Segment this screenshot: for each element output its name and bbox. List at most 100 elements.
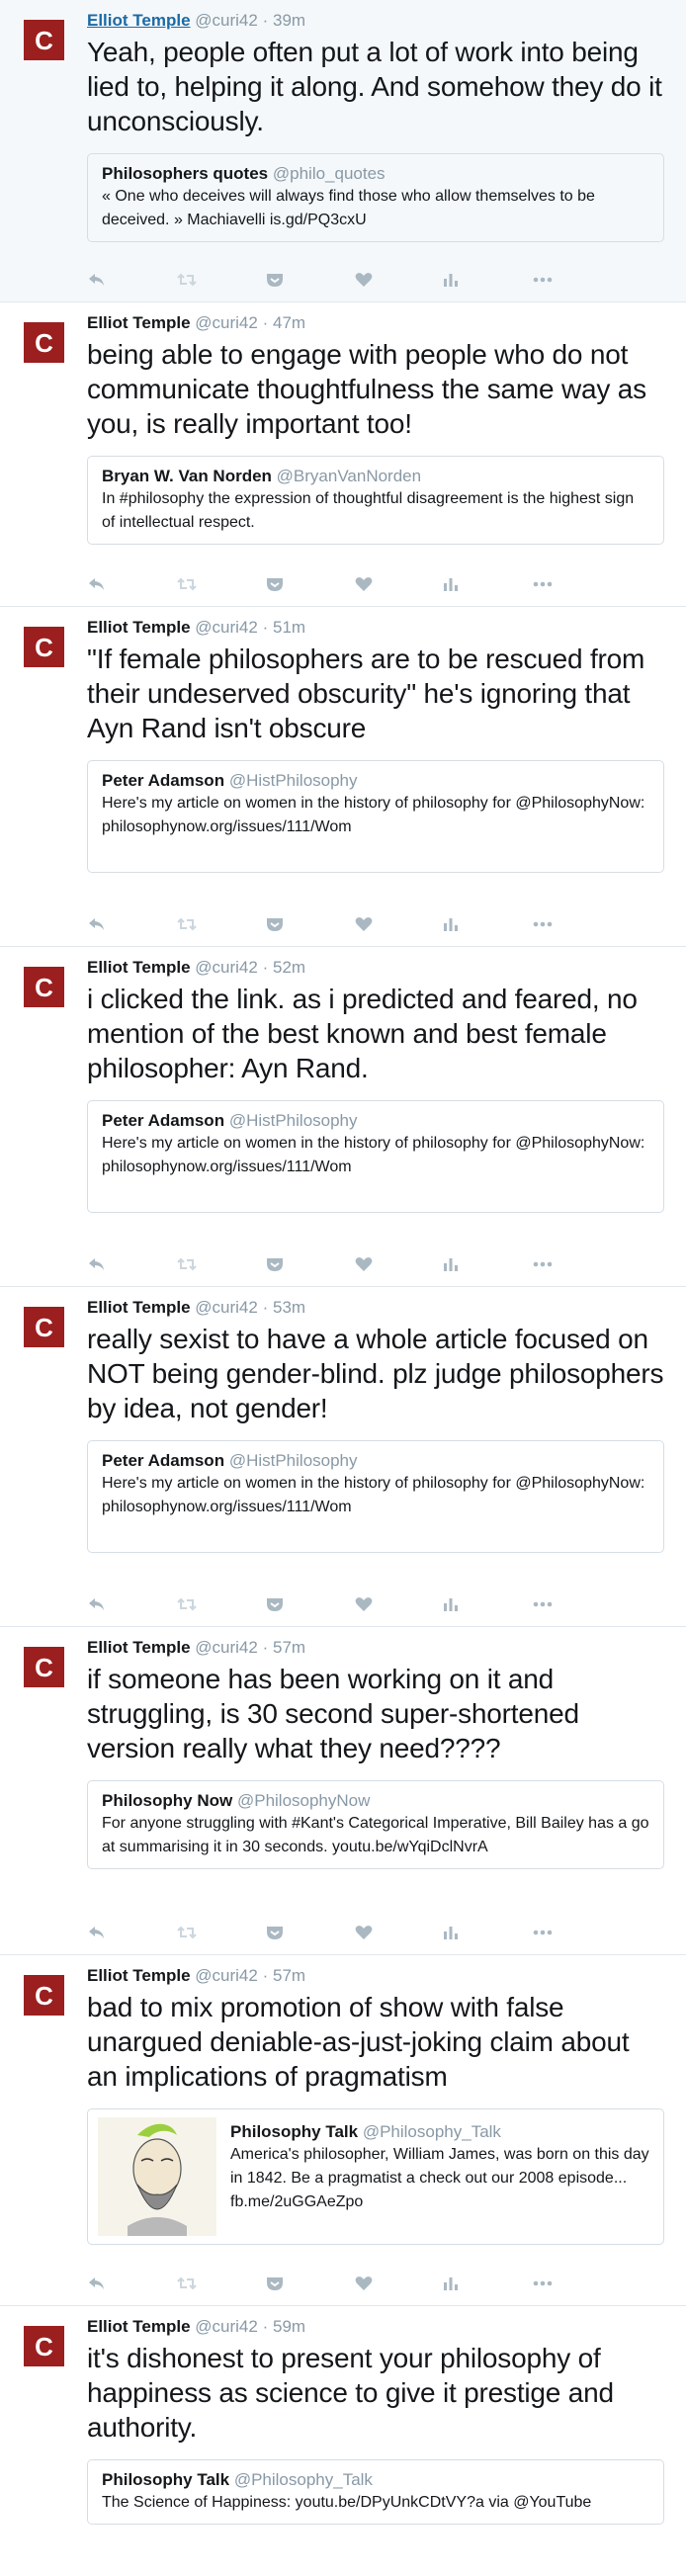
tweet-actions: [87, 2274, 621, 2293]
avatar[interactable]: C: [24, 322, 64, 363]
more-icon[interactable]: [532, 2274, 621, 2293]
author-handle[interactable]: @curi42: [195, 1966, 258, 1985]
analytics-icon[interactable]: [443, 2274, 532, 2293]
more-icon[interactable]: [532, 914, 621, 934]
tweet[interactable]: C Elliot Temple @curi42 · 51m "If female…: [0, 607, 686, 947]
quoted-tweet[interactable]: Philosophy Talk @Philosophy_Talk America…: [87, 2108, 664, 2245]
retweet-icon[interactable]: [176, 2274, 265, 2293]
tweet-actions: [87, 914, 621, 934]
avatar[interactable]: C: [24, 627, 64, 667]
pocket-icon[interactable]: [265, 574, 354, 594]
pocket-icon[interactable]: [265, 1594, 354, 1614]
more-icon[interactable]: [532, 270, 621, 290]
quoted-tweet[interactable]: Peter Adamson @HistPhilosophy Here's my …: [87, 1100, 664, 1213]
avatar[interactable]: C: [24, 1647, 64, 1687]
tweet[interactable]: C Elliot Temple @curi42 · 57m if someone…: [0, 1627, 686, 1955]
retweet-icon[interactable]: [176, 1254, 265, 1274]
quoted-tweet[interactable]: Bryan W. Van Norden @BryanVanNorden In #…: [87, 456, 664, 545]
retweet-icon[interactable]: [176, 574, 265, 594]
author-name[interactable]: Elliot Temple: [87, 313, 191, 332]
timestamp[interactable]: 39m: [273, 11, 305, 30]
author-name[interactable]: Elliot Temple: [87, 2317, 191, 2336]
author-name[interactable]: Elliot Temple: [87, 618, 191, 637]
quoted-author-handle: @HistPhilosophy: [228, 1451, 358, 1470]
tweet-header: Elliot Temple @curi42 · 53m: [87, 1297, 664, 1319]
pocket-icon[interactable]: [265, 270, 354, 290]
more-icon[interactable]: [532, 1254, 621, 1274]
analytics-icon[interactable]: [443, 1254, 532, 1274]
author-handle[interactable]: @curi42: [195, 1298, 258, 1317]
tweet[interactable]: C Elliot Temple @curi42 · 39m Yeah, peop…: [0, 0, 686, 302]
avatar[interactable]: C: [24, 20, 64, 60]
quoted-tweet[interactable]: Philosophy Talk @Philosophy_Talk The Sci…: [87, 2459, 664, 2525]
timestamp[interactable]: 52m: [273, 958, 305, 977]
analytics-icon[interactable]: [443, 914, 532, 934]
author-name[interactable]: Elliot Temple: [87, 1966, 191, 1985]
analytics-icon[interactable]: [443, 574, 532, 594]
like-icon[interactable]: [354, 270, 443, 290]
retweet-icon[interactable]: [176, 1594, 265, 1614]
like-icon[interactable]: [354, 1594, 443, 1614]
avatar[interactable]: C: [24, 1307, 64, 1347]
quoted-tweet[interactable]: Peter Adamson @HistPhilosophy Here's my …: [87, 760, 664, 873]
tweet[interactable]: C Elliot Temple @curi42 · 57m bad to mix…: [0, 1955, 686, 2306]
tweet[interactable]: C Elliot Temple @curi42 · 47m being able…: [0, 302, 686, 607]
avatar[interactable]: C: [24, 1975, 64, 2016]
author-name[interactable]: Elliot Temple: [87, 1298, 191, 1317]
author-handle[interactable]: @curi42: [195, 313, 258, 332]
tweet[interactable]: C Elliot Temple @curi42 · 59m it's disho…: [0, 2306, 686, 2576]
analytics-icon[interactable]: [443, 1594, 532, 1614]
more-icon[interactable]: [532, 574, 621, 594]
author-handle[interactable]: @curi42: [195, 618, 258, 637]
avatar-letter: C: [35, 632, 53, 662]
like-icon[interactable]: [354, 914, 443, 934]
author-name[interactable]: Elliot Temple: [87, 958, 191, 977]
retweet-icon[interactable]: [176, 270, 265, 290]
author-name[interactable]: Elliot Temple: [87, 11, 191, 30]
timestamp[interactable]: 51m: [273, 618, 305, 637]
timestamp[interactable]: 47m: [273, 313, 305, 332]
pocket-icon[interactable]: [265, 1254, 354, 1274]
analytics-icon[interactable]: [443, 1923, 532, 1942]
like-icon[interactable]: [354, 574, 443, 594]
like-icon[interactable]: [354, 1923, 443, 1942]
analytics-icon[interactable]: [443, 270, 532, 290]
tweet[interactable]: C Elliot Temple @curi42 · 53m really sex…: [0, 1287, 686, 1627]
quoted-tweet[interactable]: Philosophy Now @PhilosophyNow For anyone…: [87, 1780, 664, 1869]
timestamp[interactable]: 59m: [273, 2317, 305, 2336]
reply-icon[interactable]: [87, 914, 176, 934]
retweet-icon[interactable]: [176, 1923, 265, 1942]
like-icon[interactable]: [354, 1254, 443, 1274]
author-handle[interactable]: @curi42: [195, 2317, 258, 2336]
author-name[interactable]: Elliot Temple: [87, 1638, 191, 1657]
reply-icon[interactable]: [87, 2274, 176, 2293]
reply-icon[interactable]: [87, 1594, 176, 1614]
author-handle[interactable]: @curi42: [195, 958, 258, 977]
reply-icon[interactable]: [87, 270, 176, 290]
more-icon[interactable]: [532, 1594, 621, 1614]
retweet-icon[interactable]: [176, 914, 265, 934]
pocket-icon[interactable]: [265, 1923, 354, 1942]
quoted-text: America's philosopher, William James, wa…: [230, 2146, 649, 2210]
tweet[interactable]: C Elliot Temple @curi42 · 52m i clicked …: [0, 947, 686, 1287]
pocket-icon[interactable]: [265, 2274, 354, 2293]
tweet-actions: [87, 1594, 621, 1614]
quoted-author-handle: @philo_quotes: [272, 164, 386, 183]
reply-icon[interactable]: [87, 1923, 176, 1942]
quoted-media-image[interactable]: [98, 2117, 216, 2236]
reply-icon[interactable]: [87, 574, 176, 594]
quoted-tweet[interactable]: Peter Adamson @HistPhilosophy Here's my …: [87, 1440, 664, 1553]
avatar[interactable]: C: [24, 2326, 64, 2366]
author-handle[interactable]: @curi42: [195, 11, 258, 30]
avatar-letter: C: [35, 327, 53, 358]
reply-icon[interactable]: [87, 1254, 176, 1274]
timestamp[interactable]: 53m: [273, 1298, 305, 1317]
avatar[interactable]: C: [24, 967, 64, 1007]
timestamp[interactable]: 57m: [273, 1966, 305, 1985]
quoted-tweet[interactable]: Philosophers quotes @philo_quotes « One …: [87, 153, 664, 242]
more-icon[interactable]: [532, 1923, 621, 1942]
timestamp[interactable]: 57m: [273, 1638, 305, 1657]
like-icon[interactable]: [354, 2274, 443, 2293]
pocket-icon[interactable]: [265, 914, 354, 934]
author-handle[interactable]: @curi42: [195, 1638, 258, 1657]
